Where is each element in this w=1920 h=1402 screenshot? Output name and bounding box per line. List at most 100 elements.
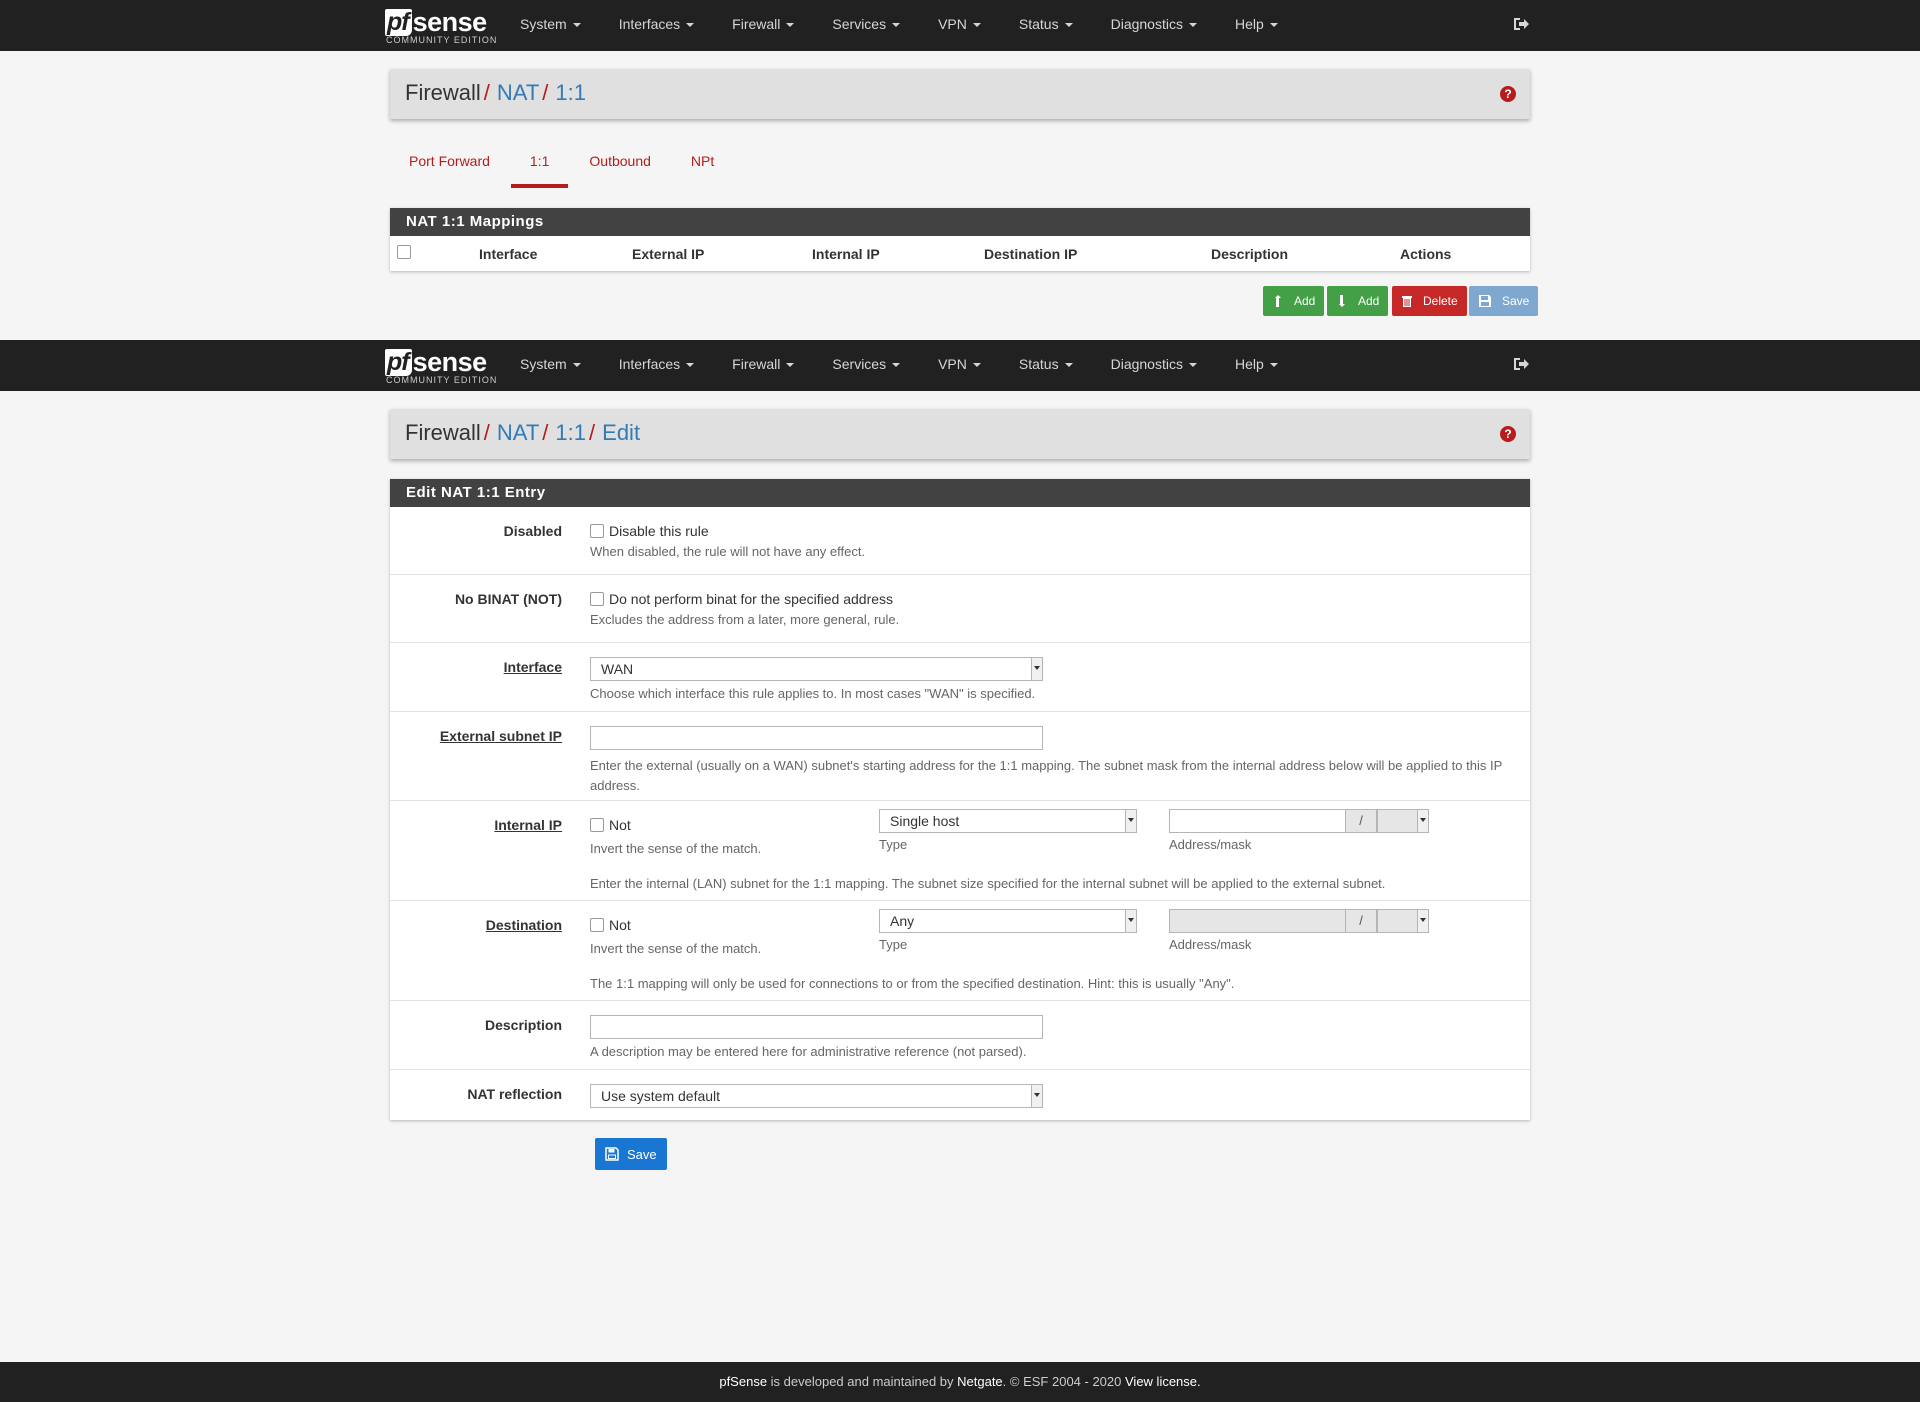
- nobinat-checkbox-label[interactable]: Do not perform binat for the specified a…: [609, 591, 893, 607]
- destination-mask-slash: /: [1346, 909, 1377, 933]
- help-icon[interactable]: ?: [1500, 86, 1516, 102]
- breadcrumb-link-1to1[interactable]: 1:1: [555, 420, 586, 445]
- nav-item-status[interactable]: Status: [1019, 340, 1073, 391]
- chevron-down-icon: [1125, 910, 1136, 932]
- breadcrumb-link-edit[interactable]: Edit: [602, 420, 640, 445]
- caret-down-icon: [972, 363, 981, 368]
- button-label: Save: [627, 1146, 657, 1162]
- interface-select-value: WAN: [601, 661, 634, 677]
- nav-label: System: [520, 356, 567, 372]
- column-header-external-ip: External IP: [632, 246, 705, 262]
- form-row-nat-reflection: NAT reflection Use system default: [390, 1070, 1530, 1120]
- column-header-internal-ip: Internal IP: [812, 246, 880, 262]
- column-header-destination-ip: Destination IP: [984, 246, 1078, 262]
- label-external-subnet-ip: External subnet IP: [439, 728, 562, 744]
- form-row-nobinat: No BINAT (NOT) Do not perform binat for …: [390, 575, 1530, 643]
- nav-item-services[interactable]: Services: [832, 340, 901, 391]
- tab-npt[interactable]: NPt: [672, 140, 733, 188]
- breadcrumb-link-nat[interactable]: NAT: [497, 420, 539, 445]
- nav-item-vpn[interactable]: VPN: [938, 0, 981, 51]
- delete-button[interactable]: Delete: [1392, 286, 1467, 316]
- caret-down-icon: [892, 363, 901, 368]
- tab-outbound[interactable]: Outbound: [570, 140, 670, 188]
- column-header-actions: Actions: [1400, 246, 1452, 262]
- destination-not-checkbox[interactable]: [590, 918, 604, 933]
- nav-item-interfaces[interactable]: Interfaces: [618, 0, 695, 51]
- chevron-down-icon: [1417, 810, 1428, 832]
- pfsense-logo[interactable]: pf sense COMMUNITY EDITION: [385, 4, 498, 48]
- breadcrumb-link-nat[interactable]: NAT: [497, 80, 539, 105]
- internal-not-checkbox[interactable]: [590, 818, 604, 833]
- nav-item-status[interactable]: Status: [1019, 0, 1073, 51]
- caret-down-icon: [1269, 23, 1278, 28]
- description-help: A description may be entered here for ad…: [590, 1044, 1027, 1059]
- logo-sense: sense: [412, 7, 488, 37]
- destination-address-input[interactable]: [1169, 909, 1346, 933]
- nav-item-vpn[interactable]: VPN: [938, 340, 981, 391]
- external-ip-input[interactable]: [590, 726, 1043, 750]
- internal-mask-select[interactable]: [1377, 809, 1429, 833]
- pfsense-logo[interactable]: pf sense COMMUNITY EDITION: [385, 344, 496, 388]
- breadcrumb-bar: Firewall / NAT/1:1/Edit ?: [390, 409, 1530, 459]
- nav-item-help[interactable]: Help: [1235, 340, 1278, 391]
- breadcrumb-separator: /: [589, 420, 596, 445]
- nav-item-help[interactable]: Help: [1235, 0, 1278, 51]
- nobinat-checkbox[interactable]: [590, 592, 604, 607]
- add-top-button[interactable]: Add: [1263, 286, 1325, 316]
- destination-mask-select[interactable]: [1377, 909, 1429, 933]
- logout-icon[interactable]: [1513, 17, 1529, 31]
- description-input[interactable]: [590, 1015, 1043, 1039]
- nav-item-firewall[interactable]: Firewall: [732, 340, 795, 391]
- breadcrumb: Firewall / NAT/1:1: [405, 78, 586, 108]
- internal-type-select[interactable]: Single host: [879, 809, 1137, 833]
- tab-port-forward[interactable]: Port Forward: [390, 140, 509, 188]
- internal-address-input[interactable]: [1169, 809, 1346, 833]
- select-all-checkbox[interactable]: [397, 245, 411, 259]
- disabled-checkbox[interactable]: [590, 524, 604, 539]
- breadcrumb-firewall: Firewall: [405, 420, 481, 445]
- nav-item-system[interactable]: System: [520, 340, 581, 391]
- caret-down-icon: [686, 363, 695, 368]
- breadcrumb-link-1to1[interactable]: 1:1: [555, 80, 586, 105]
- disabled-checkbox-label[interactable]: Disable this rule: [609, 523, 709, 539]
- footer-license-link[interactable]: View license.: [1125, 1374, 1201, 1389]
- nav-label: Interfaces: [618, 16, 681, 32]
- label-disabled: Disabled: [503, 523, 562, 539]
- caret-down-icon: [892, 23, 901, 28]
- nav-item-interfaces[interactable]: Interfaces: [619, 340, 695, 391]
- destination-type-select[interactable]: Any: [879, 909, 1137, 933]
- logo-subtitle: COMMUNITY EDITION: [386, 35, 498, 45]
- nav-item-services[interactable]: Services: [832, 0, 901, 51]
- tab-1to1[interactable]: 1:1: [510, 140, 569, 188]
- help-icon[interactable]: ?: [1500, 426, 1516, 442]
- interface-select[interactable]: WAN: [590, 657, 1043, 681]
- nav-label: Help: [1234, 16, 1264, 32]
- destination-type-value: Any: [890, 913, 915, 929]
- add-bottom-button[interactable]: Add: [1327, 286, 1389, 316]
- internal-type-value: Single host: [890, 813, 960, 829]
- save-button[interactable]: Save: [595, 1138, 667, 1170]
- column-header-interface: Interface: [479, 246, 538, 262]
- nav-item-diagnostics[interactable]: Diagnostics: [1111, 0, 1197, 51]
- breadcrumb-bar: Firewall / NAT/1:1 ?: [390, 69, 1530, 119]
- nav-item-firewall[interactable]: Firewall: [732, 0, 795, 51]
- logout-icon[interactable]: [1513, 357, 1529, 371]
- destination-not-help: Invert the sense of the match.: [590, 941, 762, 956]
- logo-pf: pf: [385, 9, 412, 36]
- label-nat-reflection: NAT reflection: [467, 1086, 562, 1102]
- internal-not-label[interactable]: Not: [609, 817, 631, 833]
- nat-reflection-select[interactable]: Use system default: [590, 1084, 1043, 1108]
- nav-item-system[interactable]: System: [520, 0, 581, 51]
- panel-title: NAT 1:1 Mappings: [390, 208, 1530, 236]
- destination-help: The 1:1 mapping will only be used for co…: [590, 976, 1235, 991]
- breadcrumb-separator: /: [483, 420, 490, 445]
- caret-down-icon: [686, 23, 695, 28]
- nav-label: Status: [1018, 16, 1059, 32]
- breadcrumb-separator: /: [542, 420, 549, 445]
- nav-item-diagnostics[interactable]: Diagnostics: [1111, 340, 1197, 391]
- form-row-disabled: Disabled Disable this rule When disabled…: [390, 507, 1530, 575]
- footer-netgate-link[interactable]: Netgate: [957, 1374, 1003, 1389]
- caret-down-icon: [972, 23, 981, 28]
- destination-not-label[interactable]: Not: [609, 917, 631, 933]
- save-order-button[interactable]: Save: [1469, 286, 1539, 316]
